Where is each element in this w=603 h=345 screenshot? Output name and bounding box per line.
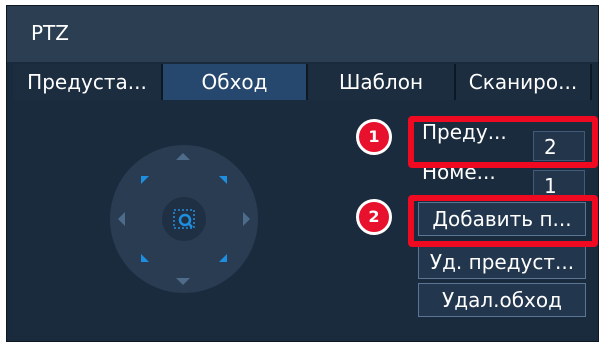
tab-presets[interactable]: Предуста... (13, 64, 163, 100)
right-arrow-icon[interactable] (243, 212, 250, 226)
down-right-arrow-icon[interactable] (219, 254, 227, 262)
down-arrow-icon[interactable] (176, 278, 190, 285)
title-bar: PTZ (7, 6, 598, 62)
left-arrow-icon[interactable] (118, 212, 125, 226)
callout-2-badge: 2 (356, 199, 392, 235)
callout-1-badge: 1 (356, 119, 392, 155)
zoom-focus-icon[interactable] (162, 197, 206, 241)
up-left-arrow-icon[interactable] (141, 176, 149, 184)
window-title: PTZ (31, 21, 69, 45)
dpad-center[interactable] (162, 197, 206, 241)
highlight-add-button (408, 195, 598, 247)
delete-tour-button[interactable]: Удал.обход (418, 283, 586, 317)
down-left-arrow-icon[interactable] (141, 254, 149, 262)
delete-preset-button[interactable]: Уд. предуст... (418, 245, 586, 279)
up-right-arrow-icon[interactable] (219, 176, 227, 184)
tab-pattern[interactable]: Шаблон (308, 64, 456, 100)
up-arrow-icon[interactable] (176, 153, 190, 160)
tab-tour[interactable]: Обход (163, 64, 308, 100)
ptz-direction-pad[interactable] (110, 145, 258, 293)
highlight-preset-field (408, 116, 598, 168)
tab-scan[interactable]: Сканиро... (456, 64, 592, 100)
tab-bar: Предуста... Обход Шаблон Сканиро... (13, 64, 592, 100)
